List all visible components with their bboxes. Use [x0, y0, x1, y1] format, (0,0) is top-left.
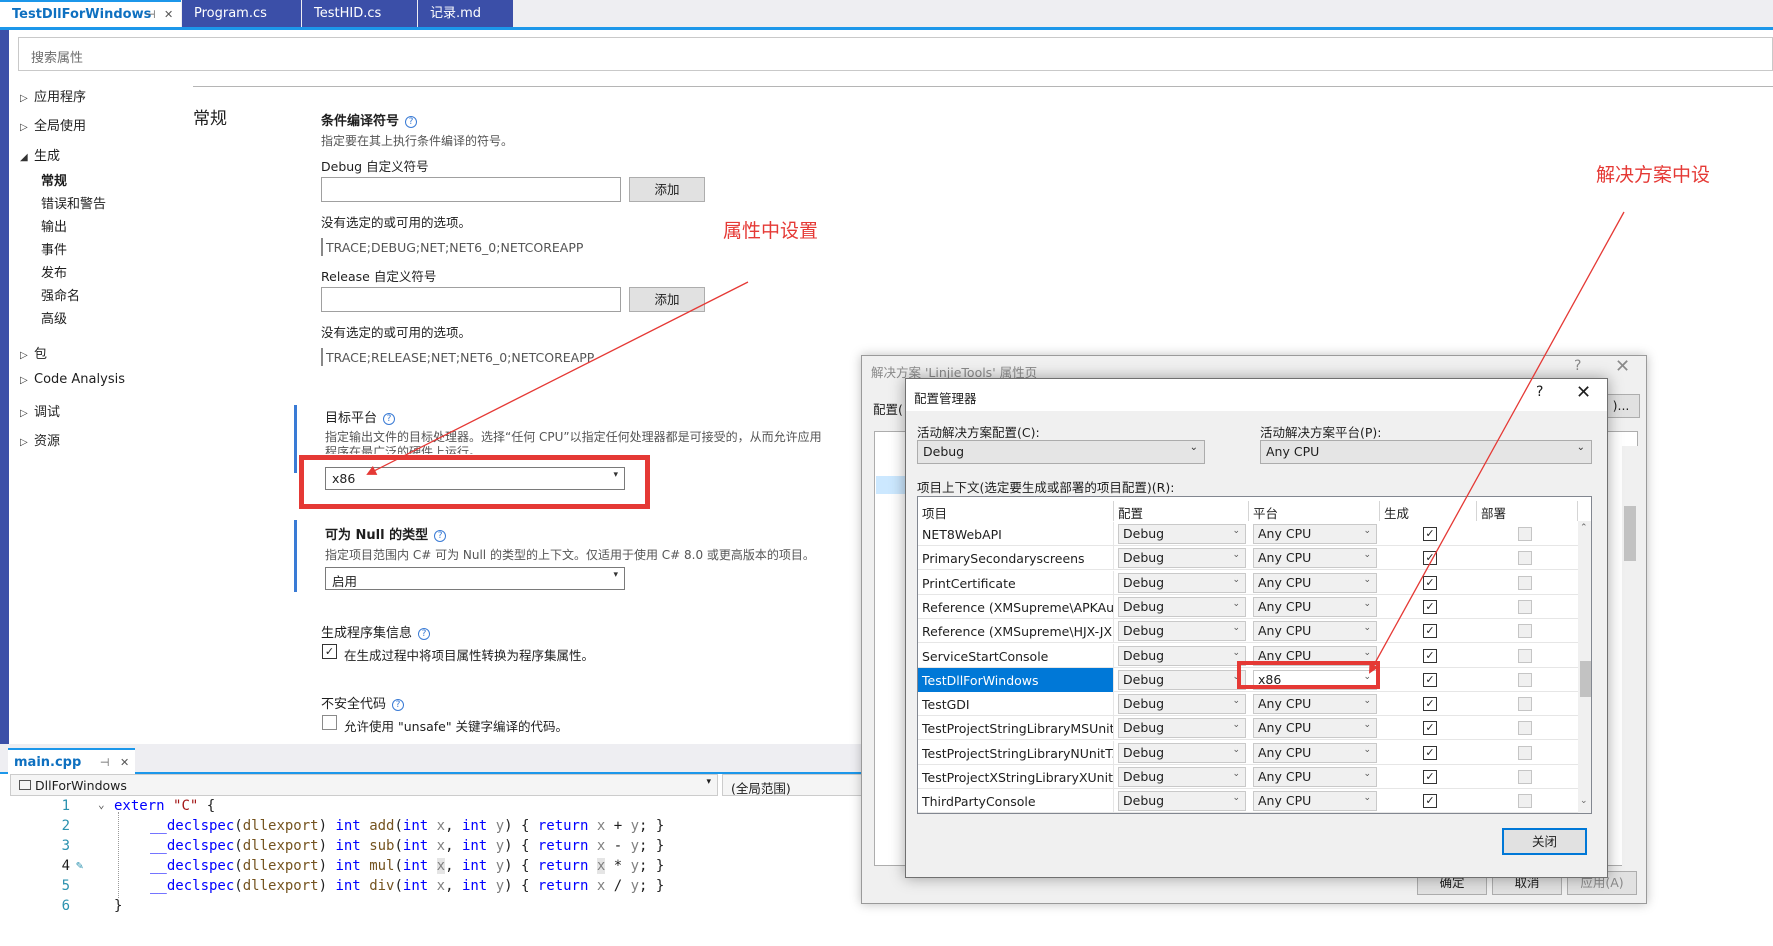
annotation-arrows [366, 211, 1625, 674]
arrow-right [1369, 211, 1625, 674]
arrow-left [366, 281, 749, 475]
